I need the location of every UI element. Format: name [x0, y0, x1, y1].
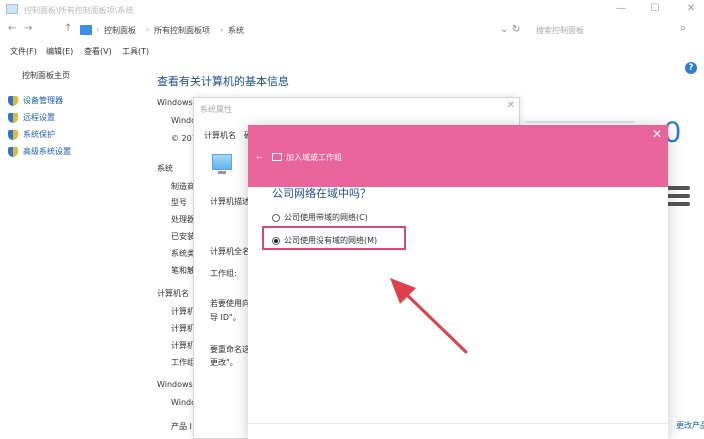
close-button[interactable]: ✕ — [507, 100, 515, 111]
control-panel-icon — [80, 25, 92, 35]
sidebar-item-advanced-settings[interactable]: 高级系统设置 — [8, 146, 71, 157]
forward-button[interactable]: → — [24, 23, 32, 34]
option-label: 公司使用带域的网络(C) — [284, 213, 368, 222]
breadcrumb-separator: › — [220, 25, 224, 34]
left-pane: 控制面板主页 设备管理器 远程设置 系统保护 高级系统设置 — [0, 64, 150, 439]
system-heading: 系统 — [157, 164, 173, 173]
control-panel-home-link[interactable]: 控制面板主页 — [22, 70, 70, 81]
label-installed-memory: 已安装 — [171, 232, 195, 241]
wizard-title: 加入域或工作组 — [286, 153, 342, 162]
join-workgroup-wizard: ✕ ← 加入域或工作组 公司网络在域中吗？ 公司使用带域的网络(C) 公司使用没… — [248, 125, 668, 439]
rename-hint: 要重命名这 — [210, 345, 250, 354]
breadcrumb-control-panel[interactable]: 控制面板 — [104, 25, 136, 36]
label-workgroup: 工作组 — [171, 358, 195, 367]
label-full-computer-name: 计算机 — [171, 324, 195, 333]
label-system-type: 系统类 — [171, 249, 195, 258]
sidebar-item-label: 设备管理器 — [23, 96, 63, 105]
search-icon: ⌕ — [680, 23, 686, 34]
network-id-hint-2: 导 ID"。 — [210, 313, 241, 322]
computer-stand-icon — [218, 171, 226, 174]
menu-file[interactable]: 文件(F) — [10, 46, 37, 57]
breadcrumb-separator: › — [146, 25, 150, 34]
breadcrumb-system[interactable]: 系统 — [228, 25, 244, 36]
dialog-title: 系统属性 — [200, 105, 232, 114]
label-workgroup: 工作组: — [210, 269, 237, 278]
windows-activation-heading: Windows — [157, 380, 193, 389]
label-full-name: 计算机全名: — [210, 247, 253, 256]
wizard-question: 公司网络在域中吗？ — [272, 187, 371, 200]
up-button[interactable]: ↑ — [64, 23, 72, 34]
label-pen-touch: 笔和触 — [171, 266, 195, 275]
network-icon — [272, 153, 282, 161]
tab-computer-name[interactable]: 计算机名 — [204, 130, 236, 141]
search-input[interactable]: 搜索控制面板 ⌕ — [530, 22, 690, 39]
sidebar-item-label: 远程设置 — [23, 113, 55, 122]
breadcrumb-all-items[interactable]: 所有控制面板项 — [154, 25, 210, 36]
label-product-id: 产品 I — [171, 422, 192, 431]
divider — [248, 423, 668, 424]
computer-name-heading: 计算机名 — [157, 289, 189, 298]
shield-icon — [8, 146, 18, 157]
breadcrumb-separator: › — [96, 25, 100, 34]
menu-tools[interactable]: 工具(T) — [122, 46, 149, 57]
option-with-domain[interactable]: 公司使用带域的网络(C) — [272, 212, 368, 223]
close-button[interactable]: ✕ — [684, 2, 698, 16]
wizard-title-bar: ✕ ← 加入域或工作组 — [248, 125, 668, 187]
back-button[interactable]: ← — [256, 153, 263, 162]
sidebar-item-label: 高级系统设置 — [23, 147, 71, 156]
change-product-key-link[interactable]: 更改产品密钥 — [676, 420, 704, 431]
close-button[interactable]: ✕ — [652, 127, 662, 141]
label-manufacturer: 制造商 — [171, 182, 195, 191]
sidebar-item-remote-settings[interactable]: 远程设置 — [8, 112, 55, 123]
shield-icon — [8, 112, 18, 123]
shield-icon — [8, 129, 18, 140]
search-placeholder: 搜索控制面板 — [536, 26, 584, 35]
label-computer-name: 计算机 — [171, 307, 195, 316]
label-processor: 处理器 — [171, 215, 195, 224]
windows-edition-heading: Windows — [157, 98, 193, 107]
maximize-button[interactable]: ☐ — [648, 2, 662, 16]
sidebar-item-label: 系统保护 — [23, 130, 55, 139]
back-button[interactable]: ← — [8, 23, 16, 34]
label-computer-description: 计算机描述 — [210, 197, 250, 206]
sidebar-item-system-protection[interactable]: 系统保护 — [8, 129, 55, 140]
menu-edit[interactable]: 编辑(E) — [46, 46, 73, 57]
chevron-down-icon[interactable]: ⌄ — [500, 24, 508, 35]
rename-hint-2: 更改"。 — [210, 358, 238, 367]
folder-icon — [6, 4, 18, 14]
oem-logo-icon — [666, 186, 690, 220]
menu-bar: 文件(F) 编辑(E) 查看(V) 工具(T) — [0, 44, 704, 60]
window-title: 控制面板\所有控制面板项\系统 — [24, 6, 134, 15]
minimize-button[interactable]: — — [614, 2, 628, 16]
network-id-hint: 若要使用向 — [210, 299, 250, 308]
title-bar: 控制面板\所有控制面板项\系统 — ☐ ✕ — [0, 0, 704, 20]
refresh-icon[interactable]: ↻ — [512, 24, 520, 35]
label-model: 型号 — [171, 198, 187, 207]
page-title: 查看有关计算机的基本信息 — [157, 75, 289, 88]
radio-button[interactable] — [272, 213, 280, 222]
menu-view[interactable]: 查看(V) — [84, 46, 112, 57]
shield-icon — [8, 95, 18, 106]
annotation-highlight-box — [262, 226, 406, 250]
help-icon[interactable]: ? — [685, 62, 697, 74]
label-computer-description: 计算机 — [171, 341, 195, 350]
computer-icon — [212, 154, 232, 170]
sidebar-item-device-manager[interactable]: 设备管理器 — [8, 95, 63, 106]
